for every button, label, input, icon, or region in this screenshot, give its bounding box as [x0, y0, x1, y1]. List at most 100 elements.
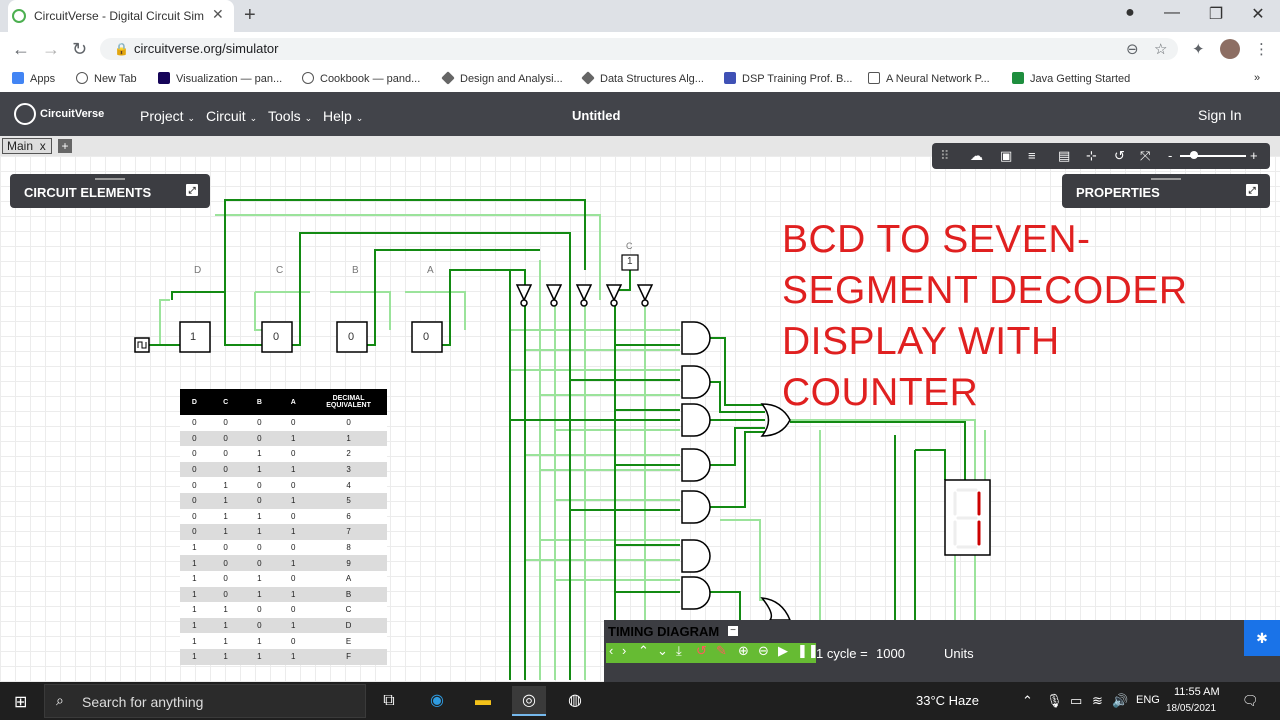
menu-tools[interactable]: Tools ⌄	[268, 108, 312, 124]
table-cell: 0	[276, 570, 311, 587]
minimize-icon[interactable]: −	[728, 626, 738, 636]
kebab-menu-icon[interactable]: ⋮	[1254, 40, 1269, 58]
profile-menu-icon[interactable]: ●	[1114, 4, 1146, 22]
wifi-icon[interactable]: ≋	[1092, 693, 1103, 709]
layers-icon[interactable]: ▤	[1058, 148, 1070, 164]
and-gate[interactable]	[681, 403, 711, 437]
play-icon[interactable]: ▶	[778, 643, 788, 659]
zoom-slider-thumb[interactable]	[1190, 151, 1198, 159]
menu-project[interactable]: Project ⌄	[140, 108, 195, 124]
expand-icon[interactable]: ⤢	[1246, 184, 1258, 196]
clock-time[interactable]: 11:55 AM	[1174, 686, 1220, 698]
task-view-icon[interactable]: ⧉	[372, 686, 406, 716]
close-tab-icon[interactable]: ✕	[212, 6, 224, 23]
minimize-icon[interactable]: —	[1156, 4, 1188, 22]
undo-icon[interactable]: ↺	[1114, 148, 1125, 164]
and-gate[interactable]	[681, 576, 711, 610]
avatar[interactable]	[1220, 39, 1240, 59]
reset-icon[interactable]: ↺	[696, 643, 707, 659]
chevron-down-icon[interactable]: ⌄	[657, 643, 668, 659]
chevron-up-icon[interactable]: ⌃	[638, 643, 649, 659]
close-window-icon[interactable]: ✕	[1242, 4, 1274, 24]
chevron-up-icon[interactable]: ⌃	[1022, 693, 1033, 709]
not-gate[interactable]	[605, 284, 623, 302]
file-explorer-icon[interactable]: ▬	[466, 686, 500, 716]
zoom-out-icon[interactable]: ⊖	[758, 643, 769, 659]
not-gate[interactable]	[636, 284, 654, 302]
menu-help[interactable]: Help ⌄	[323, 108, 363, 124]
download-icon[interactable]: ⤓	[676, 643, 682, 659]
bookmark-new-tab[interactable]: New Tab	[76, 72, 137, 85]
back-arrow-icon[interactable]: ←	[12, 39, 30, 60]
reload-icon[interactable]: ↻	[72, 39, 87, 60]
notification-icon[interactable]: 🗨	[1242, 693, 1259, 709]
volume-icon[interactable]: 🔊	[1112, 693, 1128, 709]
chevron-left-icon[interactable]: ‹	[609, 643, 613, 658]
drag-handle[interactable]	[1151, 178, 1181, 180]
menu-circuit[interactable]: Circuit ⌄	[206, 108, 257, 124]
zoom-icon[interactable]: ⊖	[1126, 40, 1139, 58]
save-icon[interactable]: ▣	[1000, 148, 1012, 164]
drag-handle-icon[interactable]: ⠿	[940, 148, 950, 164]
bug-report-button[interactable]: ✱	[1244, 620, 1280, 656]
circuit-elements-panel[interactable]: CIRCUIT ELEMENTS ⤢	[10, 174, 210, 208]
bookmark-dsp-training[interactable]: DSP Training Prof. B...	[724, 72, 852, 85]
bookmark-visualization[interactable]: Visualization — pan...	[158, 72, 282, 85]
windows-start-icon[interactable]: ⊞	[14, 692, 27, 712]
auto-fix-icon[interactable]: ✎	[716, 643, 727, 659]
and-gate[interactable]	[681, 539, 711, 573]
weather-widget[interactable]: 33°C Haze	[916, 693, 979, 708]
battery-icon[interactable]: ▭	[1070, 693, 1082, 709]
close-circuit-tab-icon[interactable]: x	[40, 139, 46, 153]
taskbar-search-placeholder[interactable]: Search for anything	[82, 694, 203, 710]
center-icon[interactable]: ⊹	[1086, 148, 1097, 164]
drag-handle[interactable]	[95, 178, 125, 180]
forward-arrow-icon[interactable]: →	[42, 39, 60, 60]
expand-icon[interactable]: ⤢	[186, 184, 198, 196]
circuit-tab-main[interactable]: Main x	[2, 138, 52, 154]
lock-icon[interactable]: 🔒	[114, 42, 129, 56]
cloud-upload-icon[interactable]: ☁	[970, 148, 983, 164]
zoom-in-icon[interactable]: ⊕	[738, 643, 749, 659]
clock-date[interactable]: 18/05/2021	[1166, 703, 1216, 714]
obs-icon[interactable]: ◍	[558, 686, 592, 716]
bookmark-design-analysis[interactable]: Design and Analysi...	[441, 71, 563, 85]
edge-icon[interactable]: ◉	[420, 686, 454, 716]
or-gate[interactable]	[760, 597, 792, 621]
app-logo[interactable]: CircuitVerse	[40, 108, 104, 120]
add-circuit-tab-button[interactable]: +	[58, 139, 72, 153]
project-title[interactable]: Untitled	[572, 108, 620, 123]
apps-grid-icon	[12, 72, 24, 84]
not-gate[interactable]	[575, 284, 593, 302]
bookmark-star-icon[interactable]: ☆	[1154, 40, 1167, 58]
chevron-right-icon[interactable]: ›	[622, 643, 626, 658]
zoom-in-icon[interactable]: +	[1250, 148, 1258, 163]
zoom-out-icon[interactable]: -	[1168, 148, 1172, 163]
url-text[interactable]: circuitverse.org/simulator	[134, 41, 279, 56]
cycle-units-input[interactable]: 1000	[876, 646, 905, 661]
and-gate[interactable]	[681, 448, 711, 482]
sign-in-link[interactable]: Sign In	[1198, 107, 1242, 123]
bookmark-data-structures[interactable]: Data Structures Alg...	[581, 71, 704, 85]
bookmark-apps[interactable]: Apps	[12, 72, 55, 85]
and-gate[interactable]	[681, 321, 711, 355]
more-bookmarks-icon[interactable]: »	[1254, 72, 1260, 84]
extensions-icon[interactable]: ✦	[1192, 40, 1205, 58]
bookmark-cookbook[interactable]: Cookbook — pand...	[302, 72, 420, 85]
document-icon	[868, 72, 880, 84]
properties-panel[interactable]: PROPERTIES ⤢	[1062, 174, 1270, 208]
microphone-icon[interactable]: 🎙	[1046, 693, 1063, 709]
bookmark-neural-network[interactable]: A Neural Network P...	[868, 72, 990, 85]
restore-icon[interactable]: ❐	[1200, 4, 1232, 24]
bookmark-java[interactable]: Java Getting Started	[1012, 72, 1130, 85]
chrome-icon[interactable]: ◎	[512, 686, 546, 716]
align-icon[interactable]: ≡	[1028, 148, 1036, 163]
not-gate[interactable]	[515, 284, 533, 302]
fullscreen-icon[interactable]: ⤧	[1140, 148, 1150, 164]
not-gate[interactable]	[545, 284, 563, 302]
and-gate[interactable]	[681, 490, 711, 524]
new-tab-button[interactable]: +	[244, 4, 256, 27]
language-indicator[interactable]: ENG	[1136, 694, 1160, 706]
and-gate[interactable]	[681, 365, 711, 399]
circuitverse-logo-icon[interactable]	[14, 103, 36, 125]
